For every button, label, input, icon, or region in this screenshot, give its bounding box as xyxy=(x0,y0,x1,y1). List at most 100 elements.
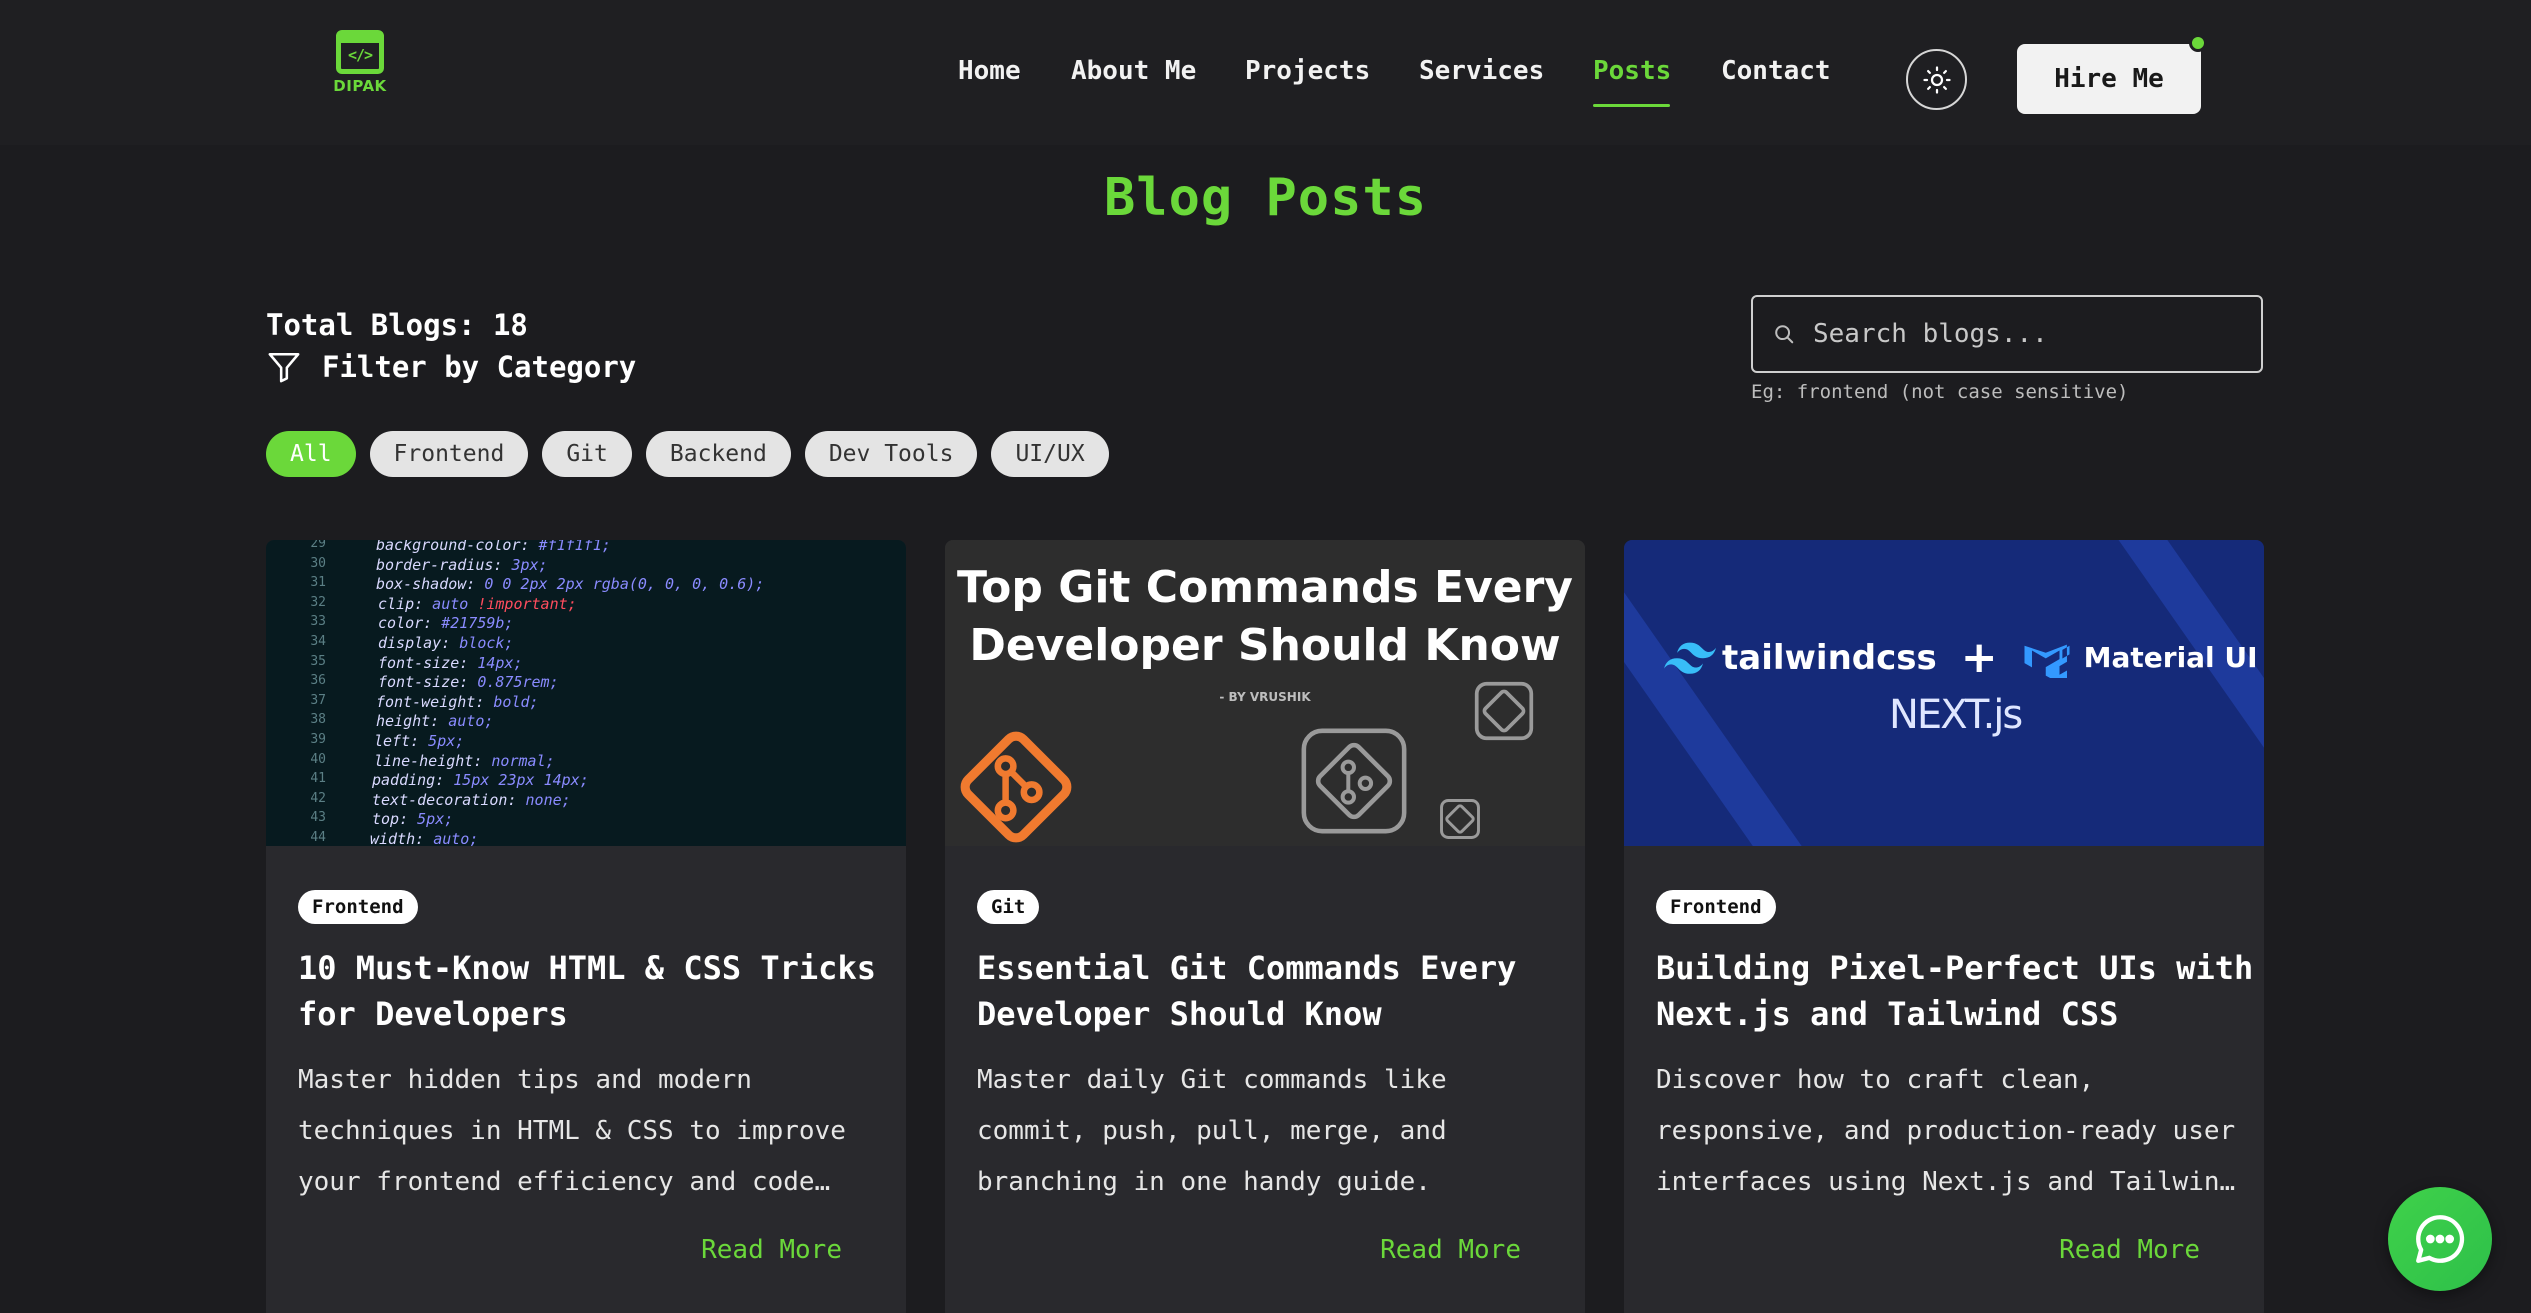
filter-icon xyxy=(268,352,300,383)
code-line: 34 display: block; xyxy=(286,634,906,654)
tailwind-label: tailwindcss xyxy=(1722,637,1937,678)
search-box xyxy=(1751,295,2263,373)
blog-card-title[interactable]: 10 Must-Know HTML & CSS Tricks for Devel… xyxy=(298,945,898,1037)
git-banner-heading-2: Developer Should Know xyxy=(969,620,1561,671)
filter-label: Filter by Category xyxy=(322,350,637,384)
blog-card[interactable]: Top Git Commands Every Developer Should … xyxy=(945,540,1585,1313)
nav-posts[interactable]: Posts xyxy=(1593,56,1671,86)
chat-button[interactable] xyxy=(2388,1187,2492,1291)
blog-card-image: 29 background-color: #f1f1f1; 30 border-rad… xyxy=(266,540,906,846)
git-logo-icon xyxy=(1440,799,1480,839)
line-number: 43 xyxy=(310,810,326,826)
site-logo[interactable]: </> DIPAK xyxy=(333,30,387,95)
code-line: 37 font-weight: bold; xyxy=(286,693,906,713)
blog-card-image: Top Git Commands Every Developer Should … xyxy=(945,540,1585,846)
nav-active-indicator xyxy=(1593,104,1670,107)
blog-card-description: Discover how to craft clean, responsive,… xyxy=(1656,1065,2236,1197)
line-number: 31 xyxy=(310,575,326,591)
logo-text: DIPAK xyxy=(333,77,387,95)
code-line: 29 background-color: #f1f1f1; xyxy=(286,540,906,556)
nav-services[interactable]: Services xyxy=(1419,56,1544,86)
nextjs-logo-text: NEXT.js xyxy=(1889,692,2023,738)
material-ui-logo-icon xyxy=(2024,644,2070,678)
line-number: 37 xyxy=(310,692,326,708)
code-logo-icon: </> xyxy=(336,30,384,74)
availability-dot xyxy=(2189,34,2207,52)
tailwind-logo-icon xyxy=(1664,642,1716,674)
search-hint: Eg: frontend (not case sensitive) xyxy=(1751,381,2129,403)
blog-card[interactable]: tailwindcss + Material UI NEXT.js Fronte… xyxy=(1624,540,2264,1313)
site-header: </> DIPAK Home About Me Projects Service… xyxy=(0,0,2531,145)
read-more-link[interactable]: Read More xyxy=(1380,1235,1521,1265)
filter-heading: Filter by Category xyxy=(266,350,636,384)
line-number: 33 xyxy=(310,614,326,630)
read-more-link[interactable]: Read More xyxy=(2059,1235,2200,1265)
line-number: 38 xyxy=(310,712,326,728)
code-line: 40 line-height: normal; xyxy=(286,752,906,772)
line-number: 29 xyxy=(310,540,326,551)
git-logo-icon xyxy=(1301,728,1407,834)
search-input[interactable] xyxy=(1813,319,2233,349)
code-line: 31 box-shadow: 0 0 2px 2px rgba(0, 0, 0, … xyxy=(286,575,906,595)
category-backend[interactable]: Backend xyxy=(645,431,791,477)
blog-card-title[interactable]: Essential Git Commands Every Developer S… xyxy=(977,945,1577,1037)
blog-card[interactable]: 29 background-color: #f1f1f1; 30 border-rad… xyxy=(266,540,906,1313)
git-logo-icon xyxy=(1474,681,1534,741)
code-line: 42 text-decoration: none; xyxy=(286,791,906,811)
line-number: 35 xyxy=(310,653,326,669)
line-number: 40 xyxy=(310,751,326,767)
tech-stack-row: tailwindcss + Material UI xyxy=(1664,632,2258,683)
line-number: 36 xyxy=(310,673,326,689)
blog-card-tag: Git xyxy=(977,890,1040,924)
line-number: 30 xyxy=(310,555,326,571)
blog-card-tag: Frontend xyxy=(298,890,418,924)
git-logo-icon xyxy=(960,731,1072,843)
code-line: 33 color: #21759b; xyxy=(286,614,906,634)
line-number: 34 xyxy=(310,633,326,649)
code-line: 39 left: 5px; xyxy=(286,732,906,752)
category-frontend[interactable]: Frontend xyxy=(369,431,529,477)
blog-card-image: tailwindcss + Material UI NEXT.js xyxy=(1624,540,2264,846)
line-number: 39 xyxy=(310,731,326,747)
theme-toggle-button[interactable] xyxy=(1906,49,1967,110)
read-more-link[interactable]: Read More xyxy=(701,1235,842,1265)
blog-card-description: Master daily Git commands like commit, p… xyxy=(977,1065,1447,1197)
code-line: 30 border-radius: 3px; xyxy=(286,556,906,576)
decorative-stripe xyxy=(1624,540,1814,846)
code-line: 38 height: auto; xyxy=(286,712,906,732)
logo-glyph: </> xyxy=(347,46,373,64)
nav-projects[interactable]: Projects xyxy=(1245,56,1370,86)
code-line: 32 clip: auto !important; xyxy=(286,595,906,615)
code-line: 41 padding: 15px 23px 14px; xyxy=(286,771,906,791)
category-all[interactable]: All xyxy=(266,431,356,477)
line-number: 41 xyxy=(310,771,326,787)
page: </> DIPAK Home About Me Projects Service… xyxy=(0,0,2531,1313)
category-git[interactable]: Git xyxy=(542,431,632,477)
category-filters: All Frontend Git Backend Dev Tools UI/UX xyxy=(266,431,1109,477)
nav-about-me[interactable]: About Me xyxy=(1071,56,1196,86)
line-number: 42 xyxy=(310,790,326,806)
search-icon xyxy=(1775,325,1794,344)
total-blogs: Total Blogs: 18 xyxy=(266,308,528,342)
code-snippet: 29 background-color: #f1f1f1; 30 border-rad… xyxy=(286,540,906,846)
nav-contact[interactable]: Contact xyxy=(1721,56,1831,86)
nav-home[interactable]: Home xyxy=(958,56,1021,86)
line-number: 32 xyxy=(310,594,326,610)
code-line: 35 font-size: 14px; xyxy=(286,654,906,674)
line-number: 44 xyxy=(310,829,326,845)
chat-bubble-icon xyxy=(2416,1215,2465,1263)
blog-card-title[interactable]: Building Pixel-Perfect UIs with Next.js … xyxy=(1656,945,2256,1037)
code-line: 44 width: auto; xyxy=(286,830,906,846)
decorative-stripe xyxy=(2074,540,2264,846)
code-line: 36 font-size: 0.875rem; xyxy=(286,673,906,693)
blog-card-tag: Frontend xyxy=(1656,890,1776,924)
git-banner-heading-1: Top Git Commands Every xyxy=(957,562,1573,613)
category-dev-tools[interactable]: Dev Tools xyxy=(804,431,978,477)
category-ui-ux[interactable]: UI/UX xyxy=(991,431,1109,477)
sun-icon xyxy=(1922,65,1951,94)
plus-sign: + xyxy=(1960,632,1998,683)
page-title: Blog Posts xyxy=(1103,168,1428,228)
hire-me-button[interactable]: Hire Me xyxy=(2017,44,2201,114)
material-ui-label: Material UI xyxy=(2083,641,2258,674)
blog-card-description: Master hidden tips and modern techniques… xyxy=(298,1065,846,1197)
